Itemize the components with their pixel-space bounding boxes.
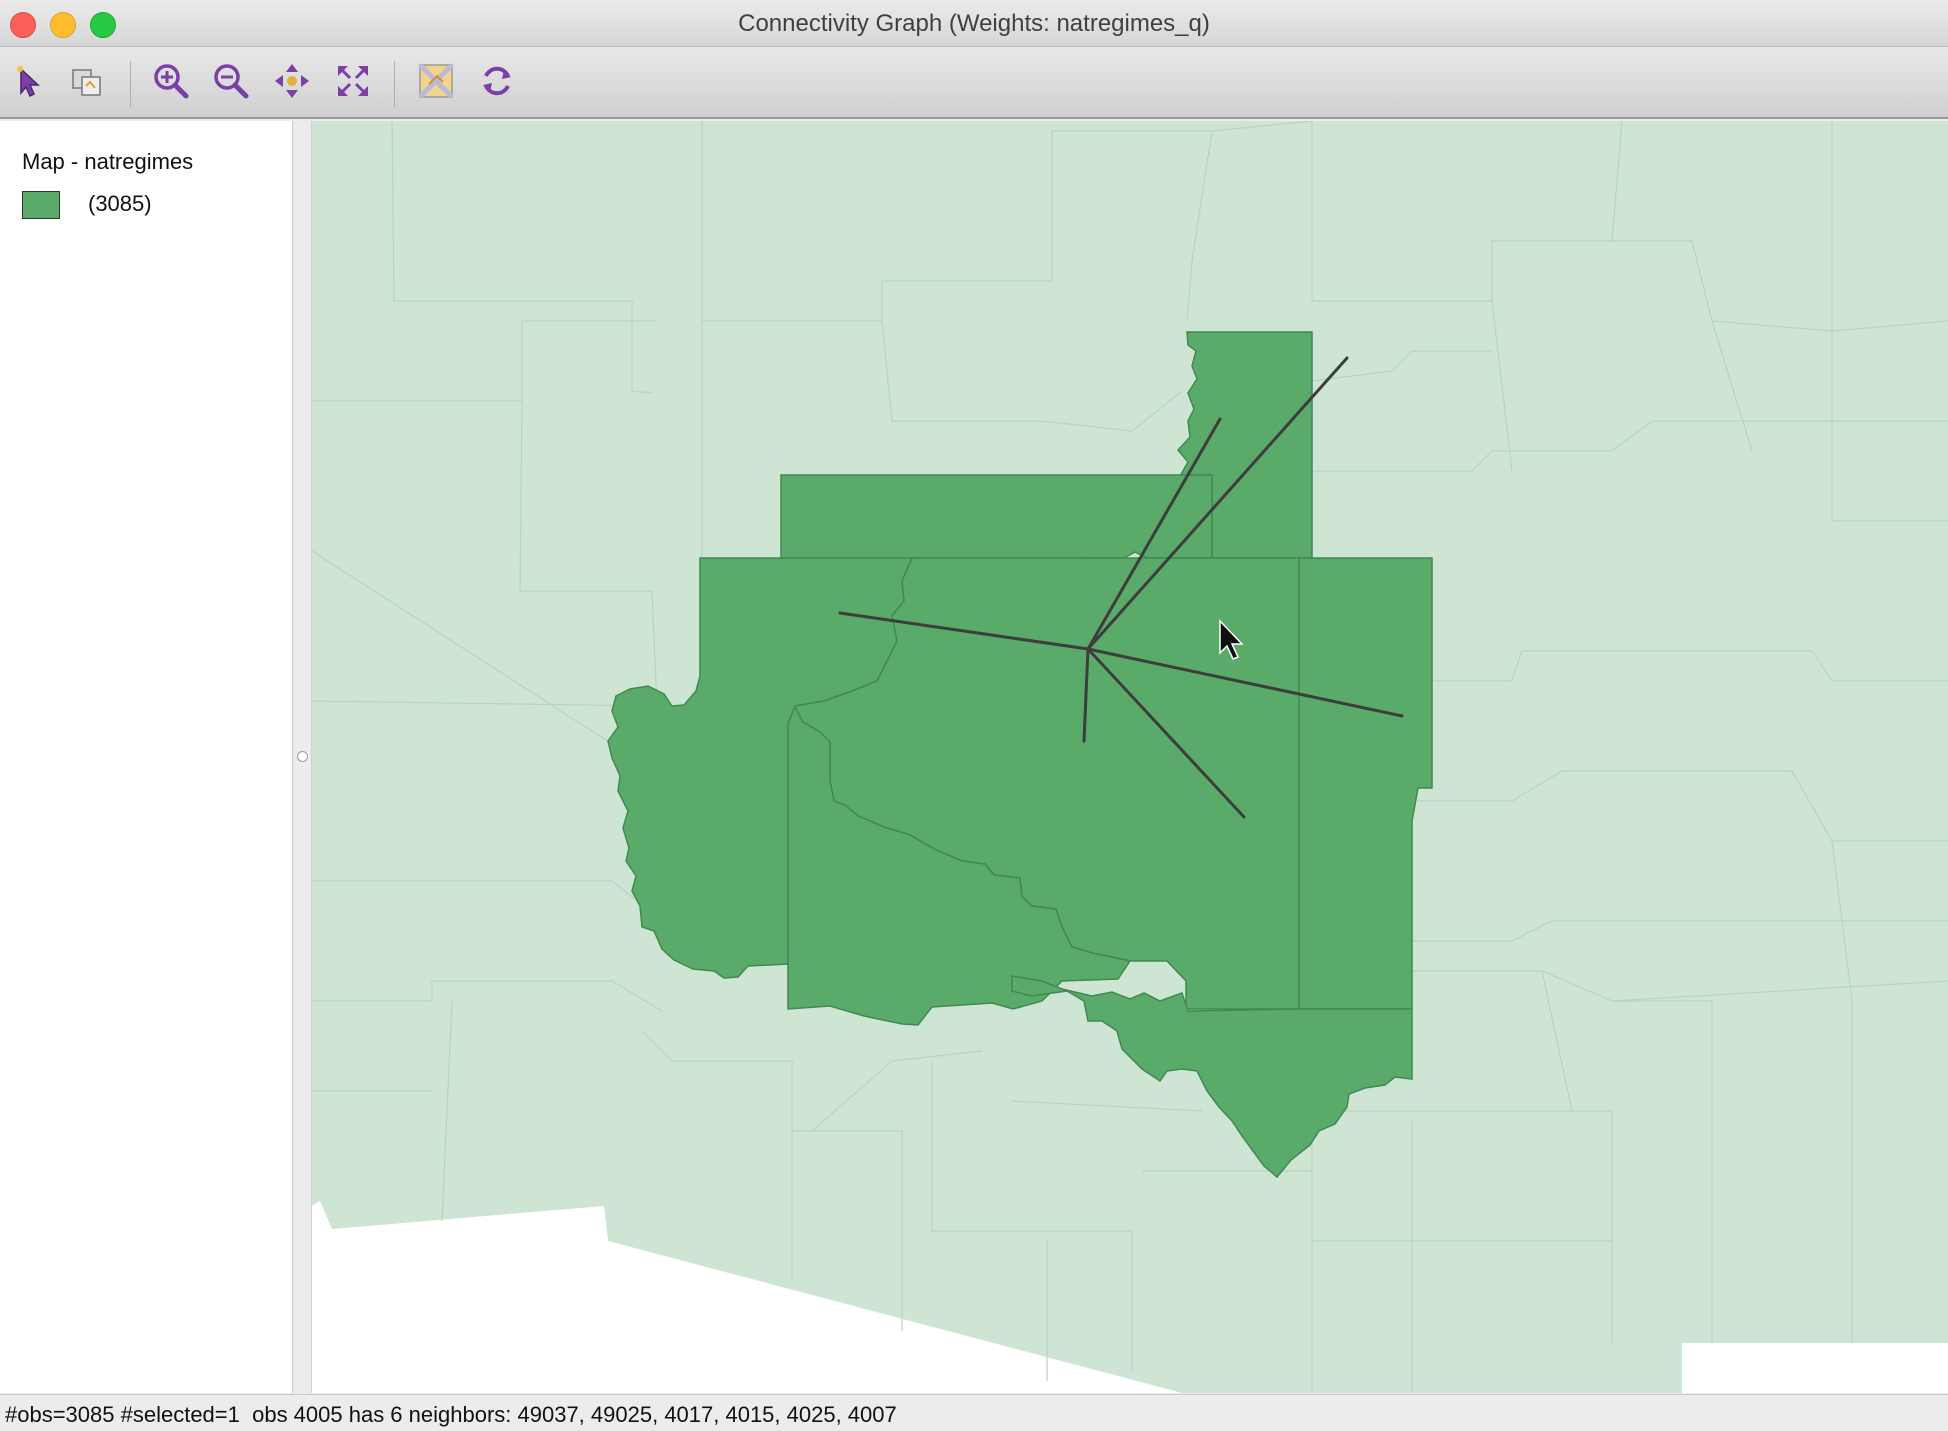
select-tool-button[interactable] bbox=[8, 60, 50, 102]
refresh-button[interactable] bbox=[476, 60, 518, 102]
zoom-out-icon bbox=[214, 64, 249, 99]
full-extent-icon bbox=[338, 66, 368, 96]
zoom-in-icon bbox=[154, 64, 189, 99]
toolbar-separator bbox=[130, 61, 131, 107]
select-tool-icon bbox=[17, 66, 40, 98]
legend-swatch[interactable] bbox=[22, 191, 60, 219]
copy-selection-icon bbox=[72, 69, 101, 96]
basemap-button[interactable] bbox=[415, 60, 457, 102]
window-title: Connectivity Graph (Weights: natregimes_… bbox=[738, 10, 1210, 37]
map-layers-icon bbox=[418, 63, 454, 99]
county-polygon[interactable] bbox=[1298, 557, 1433, 1010]
legend-panel: Map - natregimes (3085) bbox=[0, 121, 293, 1393]
pan-button[interactable] bbox=[271, 60, 313, 102]
panel-splitter[interactable] bbox=[293, 121, 312, 1393]
status-bar: #obs=3085 #selected=1 obs 4005 has 6 nei… bbox=[0, 1394, 1948, 1431]
map-svg[interactable] bbox=[312, 121, 1948, 1393]
status-text: #obs=3085 #selected=1 obs 4005 has 6 nei… bbox=[5, 1402, 897, 1427]
zoom-out-button[interactable] bbox=[210, 60, 252, 102]
splitter-handle[interactable] bbox=[297, 751, 308, 762]
full-extent-button[interactable] bbox=[332, 60, 374, 102]
refresh-icon bbox=[483, 66, 511, 96]
map-canvas[interactable] bbox=[312, 121, 1948, 1393]
title-bar: Connectivity Graph (Weights: natregimes_… bbox=[0, 0, 1948, 47]
toolbar bbox=[0, 47, 1948, 119]
legend-title: Map - natregimes bbox=[22, 149, 194, 174]
legend-item-label: (3085) bbox=[88, 191, 152, 216]
selection-shape-button[interactable] bbox=[66, 60, 108, 102]
pan-icon bbox=[275, 64, 309, 98]
zoom-in-button[interactable] bbox=[150, 60, 192, 102]
toolbar-separator bbox=[394, 61, 395, 107]
